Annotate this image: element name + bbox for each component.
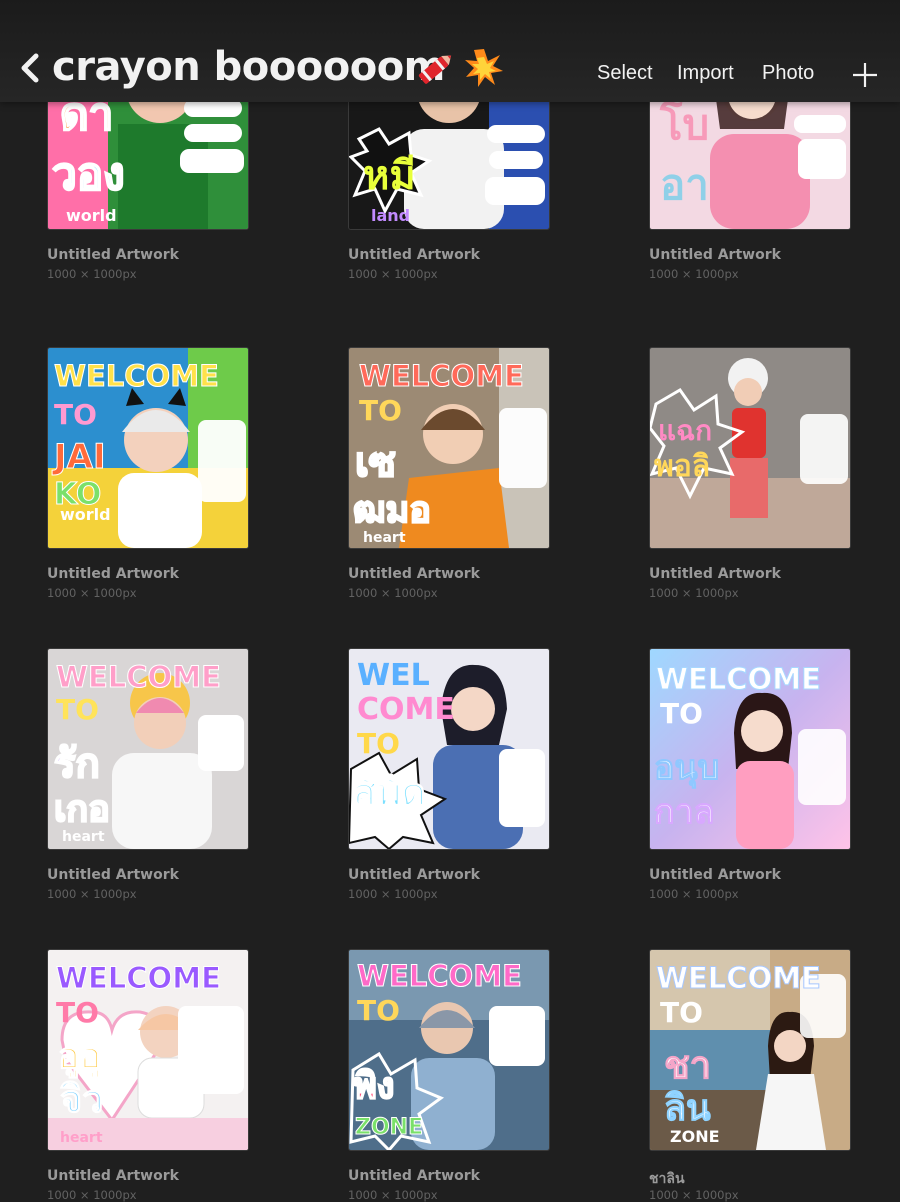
thumb-text: TO bbox=[357, 994, 400, 1027]
thumb-text: TO bbox=[56, 693, 99, 726]
artwork-dimensions: 1000 × 1000px bbox=[649, 267, 739, 281]
thumb-text: WELCOME bbox=[656, 662, 821, 696]
thumb-text: สัพัด bbox=[353, 770, 426, 814]
artwork-title: Untitled Artwork bbox=[348, 1168, 480, 1184]
thumb-text: โบ bbox=[659, 100, 709, 149]
artwork-thumbnail[interactable]: WELCOME TO พิง ZONE bbox=[348, 949, 550, 1151]
artwork-title: Untitled Artwork bbox=[649, 566, 781, 582]
artwork-title: Untitled Artwork bbox=[348, 867, 480, 883]
thumb-text: TO bbox=[357, 727, 400, 760]
thumb-text: WELCOME bbox=[56, 961, 221, 995]
thumb-text: WELCOME bbox=[656, 961, 821, 995]
artwork-thumbnail[interactable]: WELCOME TO อนุบ กาล bbox=[649, 648, 851, 850]
thumb-text: TO bbox=[359, 394, 402, 427]
thumb-text: COME bbox=[357, 692, 455, 727]
thumb-text: WEL bbox=[357, 658, 430, 693]
artwork-dimensions: 1000 × 1000px bbox=[348, 586, 438, 600]
thumb-text: heart bbox=[60, 1130, 103, 1146]
thumb-text: WELCOME bbox=[359, 359, 524, 393]
back-button[interactable] bbox=[14, 46, 46, 90]
thumb-text: จิว bbox=[60, 1077, 104, 1121]
thumb-text: พอลิ bbox=[654, 449, 710, 484]
thumb-text: ZONE bbox=[355, 1115, 423, 1140]
artwork-title: Untitled Artwork bbox=[348, 566, 480, 582]
thumb-text: TO bbox=[54, 398, 97, 431]
artwork-title: Untitled Artwork bbox=[47, 867, 179, 883]
thumb-text: world bbox=[66, 206, 117, 225]
plus-icon bbox=[853, 63, 877, 87]
artwork-gallery: TO ดา วอง world Untitled Artwork 1000 × … bbox=[0, 0, 900, 1202]
artwork-thumbnail[interactable]: WELCOME TO อูอู จิว heart bbox=[47, 949, 249, 1151]
thumb-text: วอง bbox=[52, 149, 125, 200]
thumb-text: world bbox=[60, 505, 111, 524]
gallery-header: crayon boooooom Select Import Photo bbox=[0, 0, 900, 102]
artwork-thumbnail[interactable]: WELCOME TO รัก เกอ heart bbox=[47, 648, 249, 850]
artwork-thumbnail[interactable]: แฉก พอลิ bbox=[649, 347, 851, 549]
thumb-text: TO bbox=[660, 996, 703, 1029]
artwork-dimensions: 1000 × 1000px bbox=[47, 887, 137, 901]
collision-icon bbox=[464, 47, 504, 89]
thumb-text: พิง bbox=[353, 1066, 394, 1107]
artwork-title: Untitled Artwork bbox=[649, 867, 781, 883]
artwork-thumbnail[interactable]: WELCOME TO ชา ลิน ZONE bbox=[649, 949, 851, 1151]
artwork-thumbnail[interactable]: WELCOME TO เซ ฒมอ heart bbox=[348, 347, 550, 549]
select-button[interactable]: Select bbox=[597, 62, 653, 85]
artwork-dimensions: 1000 × 1000px bbox=[348, 267, 438, 281]
thumb-text: อา bbox=[660, 160, 709, 209]
artwork-title: Untitled Artwork bbox=[649, 247, 781, 263]
thumb-text: WELCOME bbox=[54, 359, 219, 393]
thumb-text: อูอู bbox=[58, 1036, 101, 1079]
thumb-text: TO bbox=[660, 697, 703, 730]
thumb-text: TO bbox=[56, 996, 99, 1029]
stack-title[interactable]: crayon boooooom bbox=[52, 44, 445, 90]
thumb-text: land bbox=[371, 206, 410, 225]
thumb-text: heart bbox=[363, 530, 406, 546]
import-button[interactable]: Import bbox=[677, 62, 734, 85]
thumb-text: WELCOME bbox=[56, 660, 221, 694]
artwork-dimensions: 1000 × 1000px bbox=[47, 267, 137, 281]
thumb-text: หมี bbox=[363, 153, 416, 199]
artwork-title: Untitled Artwork bbox=[47, 247, 179, 263]
thumb-text: อนุบ bbox=[654, 748, 719, 789]
chevron-left-icon bbox=[21, 53, 39, 83]
artwork-dimensions: 1000 × 1000px bbox=[649, 887, 739, 901]
artwork-title: Untitled Artwork bbox=[348, 247, 480, 263]
artwork-thumbnail[interactable]: WEL COME TO สัพัด bbox=[348, 648, 550, 850]
crayon-icon bbox=[412, 47, 458, 91]
photo-button[interactable]: Photo bbox=[762, 62, 814, 85]
artwork-title: ชาลิน bbox=[649, 1171, 685, 1187]
artwork-dimensions: 1000 × 1000px bbox=[649, 586, 739, 600]
add-button[interactable] bbox=[851, 61, 879, 89]
artwork-thumbnail[interactable]: WELCOME TO JAI KO world bbox=[47, 347, 249, 549]
thumb-text: JAI bbox=[52, 437, 106, 477]
thumb-text: ลิน bbox=[664, 1088, 711, 1129]
thumb-text: รัก bbox=[54, 741, 100, 787]
thumb-text: ZONE bbox=[670, 1127, 720, 1146]
thumb-text: แฉก bbox=[658, 414, 712, 447]
thumb-text: ชา bbox=[664, 1043, 711, 1087]
thumb-text: heart bbox=[62, 829, 105, 845]
artwork-dimensions: 1000 × 1000px bbox=[47, 586, 137, 600]
thumb-text: เซ bbox=[355, 440, 396, 486]
artwork-dimensions: 1000 × 1000px bbox=[348, 887, 438, 901]
artwork-title: Untitled Artwork bbox=[47, 1168, 179, 1184]
thumb-text: ฒมอ bbox=[353, 490, 431, 531]
thumb-text: WELCOME bbox=[357, 959, 522, 993]
thumb-text: เกอ bbox=[54, 789, 110, 830]
artwork-title: Untitled Artwork bbox=[47, 566, 179, 582]
thumb-text: กาล bbox=[654, 792, 715, 832]
